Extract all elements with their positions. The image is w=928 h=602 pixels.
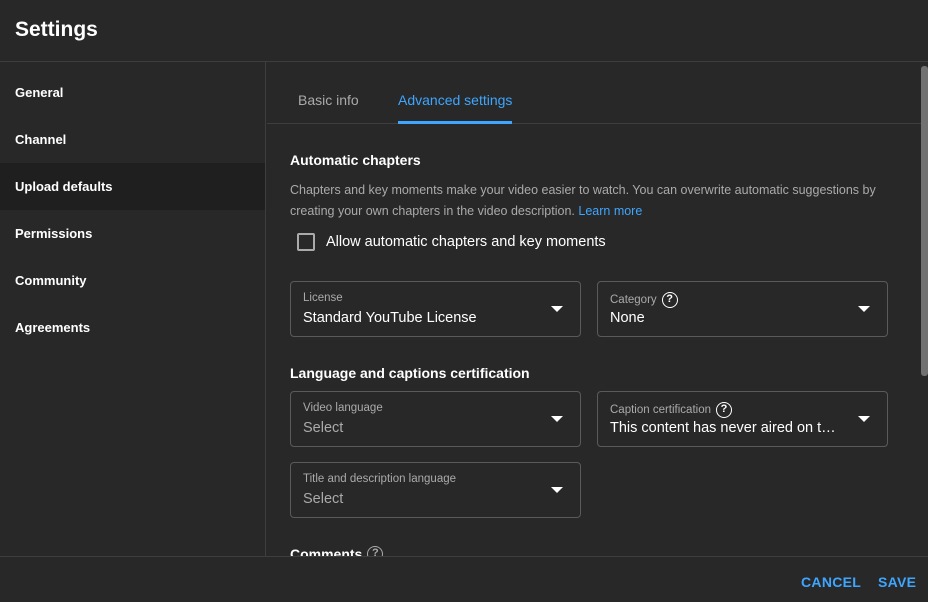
- main-panel: Basic info Advanced settings Automatic c…: [267, 62, 928, 556]
- caption-certification-label-text: Caption certification: [610, 404, 711, 416]
- sidebar-item-upload-defaults[interactable]: Upload defaults: [0, 163, 265, 210]
- auto-chapters-description: Chapters and key moments make your video…: [290, 180, 890, 222]
- dropdown-arrow-icon: [858, 306, 870, 312]
- caption-certification-label: Caption certification ?: [610, 402, 732, 418]
- category-label: Category ?: [610, 292, 678, 308]
- settings-header: Settings: [0, 0, 928, 62]
- help-icon[interactable]: ?: [716, 402, 732, 418]
- video-language-dropdown[interactable]: Video language Select: [290, 391, 581, 447]
- category-dropdown[interactable]: Category ? None: [597, 281, 888, 337]
- title-description-language-label: Title and description language: [303, 473, 456, 485]
- help-icon[interactable]: ?: [367, 546, 384, 556]
- sidebar-item-permissions[interactable]: Permissions: [0, 210, 265, 257]
- auto-chapters-title: Automatic chapters: [290, 152, 421, 168]
- caption-certification-value: This content has never aired on t…: [610, 420, 836, 436]
- tab-advanced-settings[interactable]: Advanced settings: [398, 62, 512, 124]
- license-dropdown[interactable]: License Standard YouTube License: [290, 281, 581, 337]
- sidebar-item-agreements[interactable]: Agreements: [0, 304, 265, 351]
- dropdown-arrow-icon: [551, 487, 563, 493]
- sidebar: General Channel Upload defaults Permissi…: [0, 62, 266, 556]
- video-language-label: Video language: [303, 402, 383, 414]
- sidebar-item-channel[interactable]: Channel: [0, 116, 265, 163]
- help-icon[interactable]: ?: [661, 292, 678, 308]
- scrollbar[interactable]: [921, 66, 928, 376]
- tab-bar: Basic info Advanced settings: [267, 62, 928, 124]
- video-language-label-text: Video language: [303, 402, 383, 414]
- comments-title-text: Comments: [290, 546, 363, 556]
- dropdown-arrow-icon: [858, 416, 870, 422]
- auto-chapters-checkbox[interactable]: [297, 233, 315, 251]
- auto-chapters-checkbox-row[interactable]: Allow automatic chapters and key moments: [297, 232, 606, 252]
- dialog-footer: CANCEL SAVE: [0, 556, 928, 602]
- comments-section-title: Comments ?: [290, 546, 384, 556]
- license-label: License: [303, 292, 343, 304]
- license-label-text: License: [303, 292, 343, 304]
- active-tab-indicator: [398, 121, 512, 124]
- cancel-button[interactable]: CANCEL: [801, 574, 861, 590]
- dropdown-arrow-icon: [551, 416, 563, 422]
- sidebar-item-community[interactable]: Community: [0, 257, 265, 304]
- save-button[interactable]: SAVE: [878, 574, 916, 590]
- tab-basic-info[interactable]: Basic info: [298, 62, 359, 124]
- title-description-language-dropdown[interactable]: Title and description language Select: [290, 462, 581, 518]
- sidebar-item-general[interactable]: General: [0, 69, 265, 116]
- language-section-title: Language and captions certification: [290, 365, 530, 381]
- caption-certification-dropdown[interactable]: Caption certification ? This content has…: [597, 391, 888, 447]
- license-value: Standard YouTube License: [303, 310, 477, 326]
- title-description-language-value: Select: [303, 491, 344, 507]
- dropdown-arrow-icon: [551, 306, 563, 312]
- category-value: None: [610, 310, 645, 326]
- auto-chapters-checkbox-label: Allow automatic chapters and key moments: [326, 234, 606, 250]
- title-description-language-label-text: Title and description language: [303, 473, 457, 485]
- page-title: Settings: [15, 18, 98, 41]
- learn-more-link[interactable]: Learn more: [578, 204, 642, 218]
- video-language-value: Select: [303, 420, 344, 436]
- category-label-text: Category: [610, 294, 657, 306]
